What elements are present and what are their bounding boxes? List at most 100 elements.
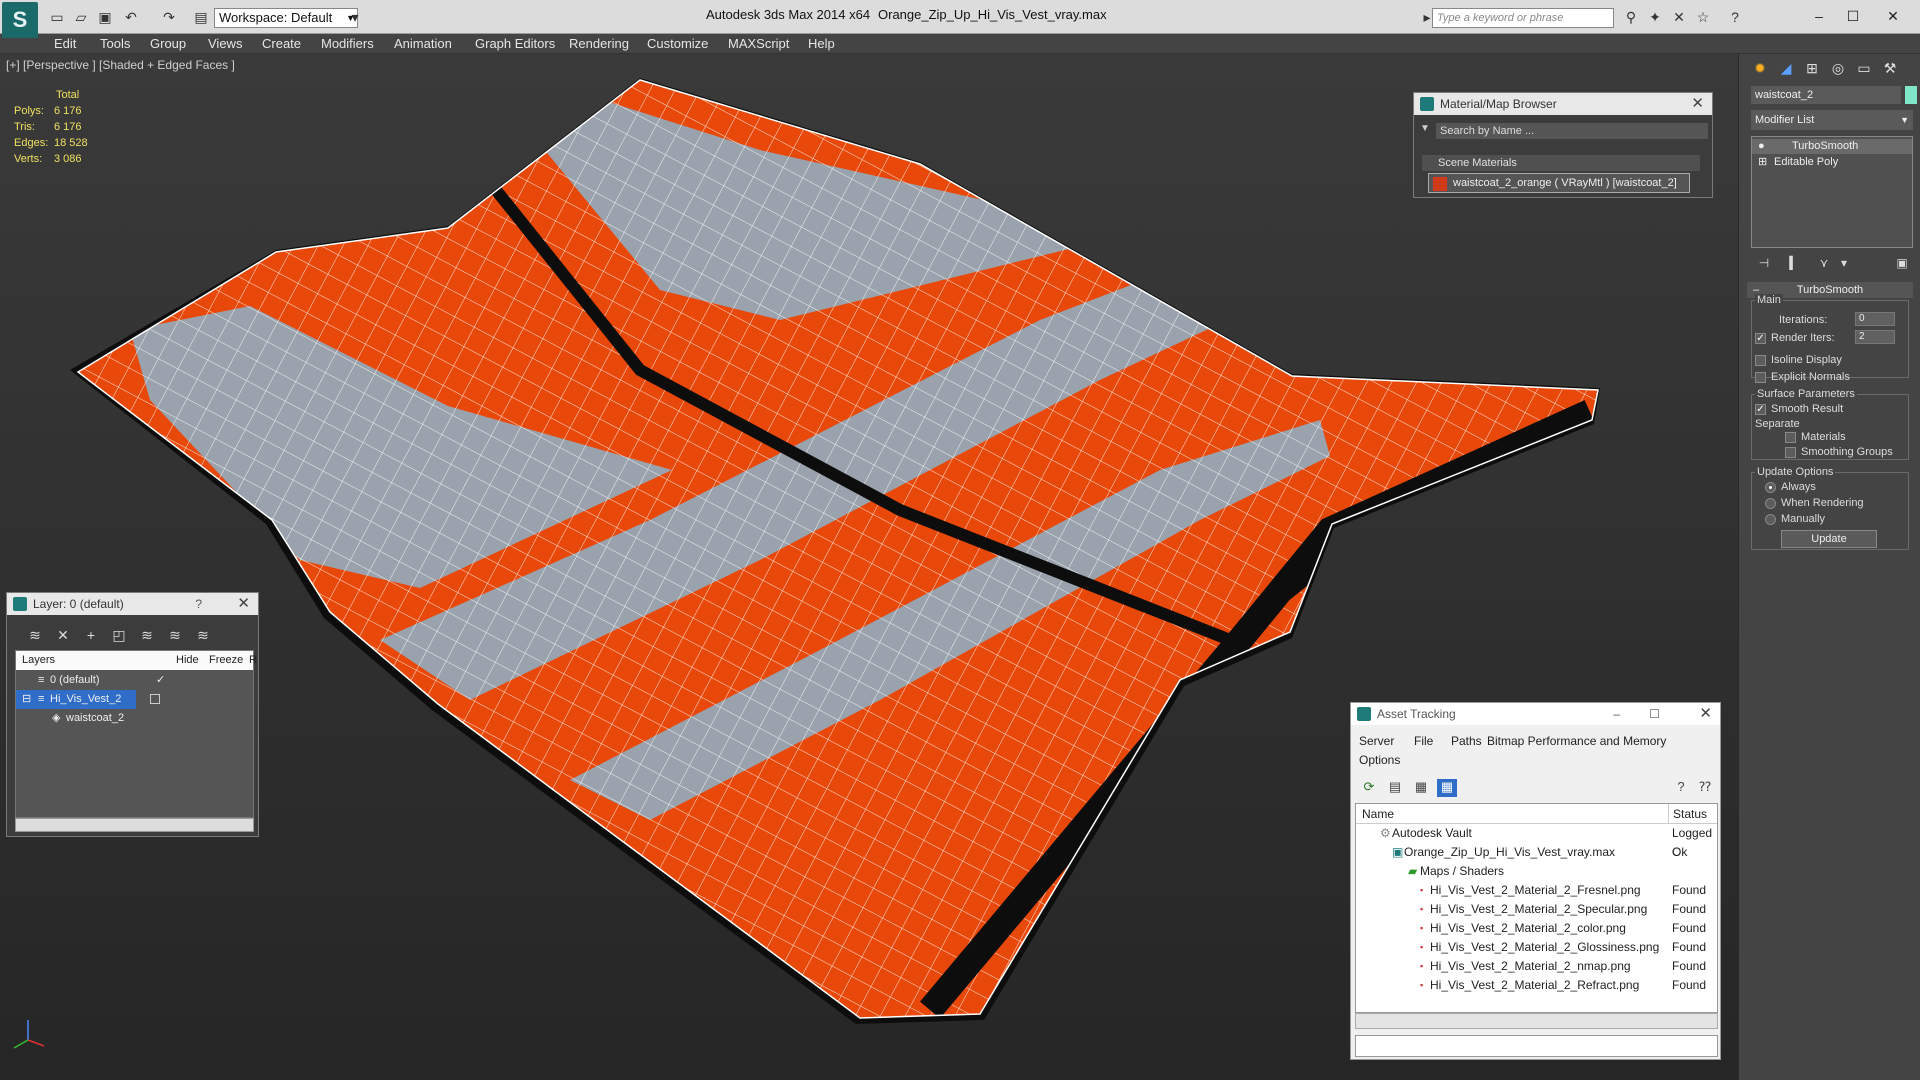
when-rendering-radio[interactable] xyxy=(1765,498,1776,509)
help-icon[interactable]: ? xyxy=(1671,779,1691,797)
scene-materials-group[interactable]: Scene Materials xyxy=(1422,155,1700,171)
menu-tools[interactable]: Tools xyxy=(100,36,130,51)
redo-icon[interactable]: ↷ xyxy=(160,8,178,26)
viewport-label[interactable]: [+] [Perspective ] [Shaded + Edged Faces… xyxy=(6,58,235,72)
isoline-display-checkbox[interactable] xyxy=(1755,355,1766,366)
material-search-input[interactable]: Search by Name ... xyxy=(1436,123,1708,139)
layer-stack-icon[interactable]: ≋ xyxy=(25,627,45,645)
motion-tab-icon[interactable]: ◎ xyxy=(1827,60,1849,80)
make-unique-icon[interactable]: ⋎ xyxy=(1815,256,1833,272)
new-file-icon[interactable]: ▭ xyxy=(48,8,66,26)
communication-icon[interactable]: ✕ xyxy=(1670,8,1688,26)
object-name-field[interactable]: waistcoat_2 xyxy=(1751,86,1901,104)
menu-options[interactable]: Options xyxy=(1359,753,1400,767)
materials-checkbox[interactable] xyxy=(1785,432,1796,443)
help-icon[interactable]: ? xyxy=(195,593,202,615)
undo-icon[interactable]: ↶ xyxy=(122,8,140,26)
material-browser-titlebar[interactable]: Material/Map Browser ✕ xyxy=(1414,93,1712,115)
hierarchy-tab-icon[interactable]: ⊞ xyxy=(1801,60,1823,80)
expand-icon[interactable]: ⊟ xyxy=(22,690,31,709)
lightbulb-icon[interactable]: ● xyxy=(1758,139,1765,154)
menu-graph-editors[interactable]: Graph Editors xyxy=(475,36,555,51)
display-tab-icon[interactable]: ▭ xyxy=(1853,60,1875,80)
close-icon[interactable]: ✕ xyxy=(1691,93,1704,115)
column-render[interactable]: R xyxy=(249,651,257,670)
dropdown-arrow-icon[interactable]: ▼ xyxy=(1420,123,1430,134)
column-hide[interactable]: Hide xyxy=(176,651,199,670)
pin-stack-icon[interactable]: ⊣ xyxy=(1755,256,1773,272)
menu-customize[interactable]: Customize xyxy=(647,36,708,51)
menu-views[interactable]: Views xyxy=(208,36,242,51)
menu-animation[interactable]: Animation xyxy=(394,36,452,51)
smoothing-groups-checkbox[interactable] xyxy=(1785,447,1796,458)
column-status[interactable]: Status xyxy=(1668,804,1707,824)
modify-tab-icon[interactable]: ◢ xyxy=(1775,60,1797,80)
asset-row[interactable]: ▰ Maps / Shaders xyxy=(1356,862,1717,881)
hide-all-icon[interactable]: ≋ xyxy=(165,627,185,645)
horizontal-scrollbar[interactable] xyxy=(1355,1013,1718,1029)
close-icon[interactable]: ✕ xyxy=(1878,6,1908,26)
close-icon[interactable]: ✕ xyxy=(237,593,250,615)
asset-row[interactable]: ▣ Orange_Zip_Up_Hi_Vis_Vest_vray.max Ok xyxy=(1356,843,1717,862)
delete-layer-icon[interactable]: ✕ xyxy=(53,627,73,645)
maximize-icon[interactable]: ☐ xyxy=(1838,6,1868,26)
menu-paths[interactable]: Paths xyxy=(1451,734,1482,748)
stack-item-turbosmooth[interactable]: ● TurboSmooth xyxy=(1752,139,1912,154)
list-view-icon[interactable]: ▤ xyxy=(1385,779,1405,797)
keyword-search-input[interactable]: Type a keyword or phrase xyxy=(1432,8,1614,28)
context-help-icon[interactable]: ⁇ xyxy=(1695,779,1715,797)
object-row[interactable]: ◈ waistcoat_2 xyxy=(16,709,253,728)
create-tab-icon[interactable]: ✹ xyxy=(1749,60,1771,80)
close-icon[interactable]: ✕ xyxy=(1699,703,1712,725)
expand-icon[interactable]: ⊞ xyxy=(1758,155,1767,170)
column-name[interactable]: Name xyxy=(1362,804,1394,824)
binoculars-icon[interactable]: ⚲ xyxy=(1622,8,1640,26)
horizontal-scrollbar[interactable] xyxy=(15,818,254,832)
manually-radio[interactable] xyxy=(1765,514,1776,525)
chevron-down-icon[interactable]: ▾ xyxy=(346,8,364,26)
show-end-result-icon[interactable]: ▍ xyxy=(1785,256,1803,272)
menu-create[interactable]: Create xyxy=(262,36,301,51)
menu-server[interactable]: Server xyxy=(1359,734,1394,748)
utilities-tab-icon[interactable]: ⚒ xyxy=(1879,60,1901,80)
maximize-icon[interactable]: ☐ xyxy=(1649,703,1660,725)
configure-sets-icon[interactable]: ▣ xyxy=(1893,256,1911,272)
freeze-all-icon[interactable]: ≋ xyxy=(193,627,213,645)
minimize-icon[interactable]: – xyxy=(1613,703,1620,725)
menu-edit[interactable]: Edit xyxy=(54,36,76,51)
save-file-icon[interactable]: ▣ xyxy=(96,8,114,26)
detail-view-icon[interactable]: ▦ xyxy=(1411,779,1431,797)
menu-file[interactable]: File xyxy=(1414,734,1433,748)
material-item[interactable]: waistcoat_2_orange ( VRayMtl ) [waistcoa… xyxy=(1428,173,1690,193)
minimize-icon[interactable]: – xyxy=(1804,6,1834,26)
current-layer-icon[interactable] xyxy=(150,694,160,704)
layer-panel-titlebar[interactable]: Layer: 0 (default) ? ✕ xyxy=(7,593,258,615)
asset-row[interactable]: ▪ Hi_Vis_Vest_2_Material_2_color.png Fou… xyxy=(1356,919,1717,938)
highlight-layer-icon[interactable]: ≋ xyxy=(137,627,157,645)
explicit-normals-checkbox[interactable] xyxy=(1755,372,1766,383)
render-iters-checkbox[interactable]: ✓ xyxy=(1755,333,1766,344)
menu-maxscript[interactable]: MAXScript xyxy=(728,36,789,51)
asset-row[interactable]: ▪ Hi_Vis_Vest_2_Material_2_nmap.png Foun… xyxy=(1356,957,1717,976)
refresh-icon[interactable]: ⟳ xyxy=(1359,779,1379,797)
asset-row[interactable]: ▪ Hi_Vis_Vest_2_Material_2_Fresnel.png F… xyxy=(1356,881,1717,900)
favorites-star-icon[interactable]: ☆ xyxy=(1694,8,1712,26)
iterations-spinner[interactable]: 0 xyxy=(1855,312,1895,326)
select-in-layer-icon[interactable]: ◰ xyxy=(109,627,129,645)
asset-path-input[interactable] xyxy=(1355,1035,1718,1057)
help-icon[interactable]: ? xyxy=(1726,8,1744,26)
subscription-icon[interactable]: ✦ xyxy=(1646,8,1664,26)
column-layers[interactable]: Layers xyxy=(22,651,55,670)
layer-row-selected[interactable]: ⊟ ≡ Hi_Vis_Vest_2 xyxy=(16,690,136,709)
column-freeze[interactable]: Freeze xyxy=(209,651,243,670)
menu-bitmap-performance[interactable]: Bitmap Performance and Memory xyxy=(1487,734,1666,748)
menu-group[interactable]: Group xyxy=(150,36,186,51)
remove-modifier-icon[interactable]: ▾ xyxy=(1835,256,1853,272)
asset-row[interactable]: ▪ Hi_Vis_Vest_2_Material_2_Specular.png … xyxy=(1356,900,1717,919)
app-logo-icon[interactable]: S xyxy=(2,2,38,38)
menu-rendering[interactable]: Rendering xyxy=(569,36,629,51)
table-view-icon[interactable]: ▦ xyxy=(1437,779,1457,797)
asset-row[interactable]: ▪ Hi_Vis_Vest_2_Material_2_Refract.png F… xyxy=(1356,976,1717,995)
modifier-list-dropdown[interactable]: Modifier List ▼ xyxy=(1751,110,1913,130)
render-iters-spinner[interactable]: 2 xyxy=(1855,330,1895,344)
